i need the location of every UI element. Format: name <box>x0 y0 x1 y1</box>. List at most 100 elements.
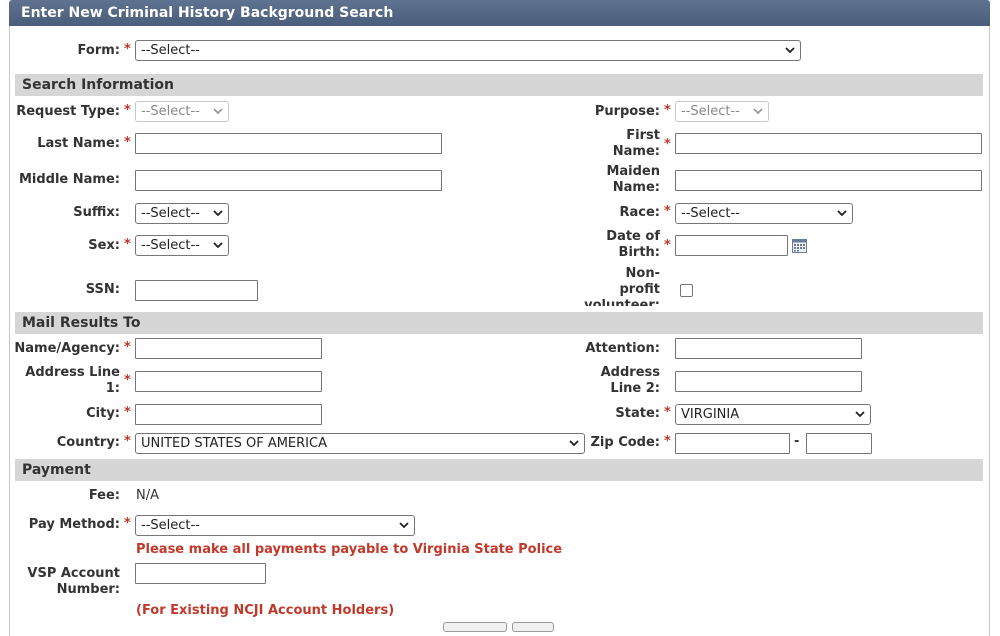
dob-input[interactable] <box>675 235 788 256</box>
dob-label-line2: Birth: <box>618 245 660 260</box>
attention-label: Attention: <box>585 341 660 356</box>
nonprofit-label-line2: profit <box>619 282 661 297</box>
chevron-down-icon <box>753 102 763 121</box>
nonprofit-label: Non- profit volunteer: <box>560 266 660 306</box>
maiden-name-label-line2: Name: <box>612 180 660 195</box>
address1-label-line1: Address Line <box>25 365 120 380</box>
required-marker: * <box>124 135 131 150</box>
submit-button[interactable] <box>443 622 507 632</box>
request-type-label: Request Type: <box>16 104 120 119</box>
vsp-account-input[interactable] <box>135 563 266 584</box>
first-name-label: First Name: <box>560 128 660 160</box>
race-value: --Select-- <box>681 206 740 221</box>
nonprofit-label-wrap: Non- profit volunteer: <box>560 266 660 306</box>
section-payment: Payment <box>15 459 983 481</box>
nonprofit-label-line3: volunteer: <box>584 298 660 306</box>
suffix-select[interactable]: --Select-- <box>135 203 229 224</box>
nonprofit-label-line1: Non- <box>625 266 660 281</box>
form-select[interactable]: --Select-- <box>135 40 801 61</box>
address1-input[interactable] <box>135 371 322 392</box>
country-select[interactable]: UNITED STATES OF AMERICA <box>135 433 585 454</box>
nonprofit-checkbox[interactable] <box>680 284 693 297</box>
address2-label-line2: Line 2: <box>610 381 660 396</box>
first-name-input[interactable] <box>675 133 982 154</box>
zip-extension-input[interactable] <box>806 433 872 454</box>
required-marker: * <box>124 237 131 252</box>
middle-name-input[interactable] <box>135 170 442 191</box>
sex-select[interactable]: --Select-- <box>135 235 229 256</box>
required-marker: * <box>124 340 131 355</box>
last-name-label: Last Name: <box>37 136 120 151</box>
state-select[interactable]: VIRGINIA <box>675 404 871 425</box>
chevron-down-icon <box>399 516 409 535</box>
chevron-down-icon <box>855 405 865 424</box>
address1-label: Address Line 1: <box>10 365 120 397</box>
pay-method-label: Pay Method: <box>28 517 120 532</box>
country-label: Country: <box>56 435 120 450</box>
address2-label-line1: Address <box>600 365 660 380</box>
name-agency-label: Name/Agency: <box>14 341 120 356</box>
state-label: State: <box>615 406 660 421</box>
zip-label: Zip Code: <box>590 435 660 450</box>
dob-label-line1: Date of <box>606 229 660 244</box>
chevron-down-icon <box>213 204 223 223</box>
required-marker: * <box>664 405 671 420</box>
ssn-input[interactable] <box>135 280 258 301</box>
address2-label: Address Line 2: <box>560 365 660 397</box>
vsp-account-label-line2: Number: <box>56 582 120 597</box>
required-marker: * <box>124 103 131 118</box>
section-search-information: Search Information <box>15 74 983 96</box>
address2-input[interactable] <box>675 371 862 392</box>
zip-separator: - <box>794 434 800 449</box>
vsp-account-label-line1: VSP Account <box>27 566 120 581</box>
maiden-name-label: Maiden Name: <box>560 164 660 196</box>
attention-input[interactable] <box>675 338 862 359</box>
account-note: (For Existing NCJI Account Holders) <box>136 603 395 618</box>
suffix-label: Suffix: <box>73 205 120 220</box>
zip-input[interactable] <box>675 433 790 454</box>
city-input[interactable] <box>135 404 322 425</box>
race-select[interactable]: --Select-- <box>675 203 853 224</box>
middle-name-label: Middle Name: <box>18 172 120 187</box>
fee-label: Fee: <box>88 488 120 503</box>
purpose-value: --Select-- <box>681 104 740 119</box>
required-marker: * <box>124 516 131 531</box>
required-marker: * <box>664 204 671 219</box>
section-mail-results: Mail Results To <box>15 312 983 334</box>
required-marker: * <box>664 137 671 152</box>
maiden-name-input[interactable] <box>675 170 982 191</box>
required-marker: * <box>664 434 671 449</box>
form-select-value: --Select-- <box>141 43 200 58</box>
country-value: UNITED STATES OF AMERICA <box>141 436 327 451</box>
required-marker: * <box>664 103 671 118</box>
first-name-label-line2: Name: <box>612 144 660 159</box>
chevron-down-icon <box>213 102 223 121</box>
required-marker: * <box>124 405 131 420</box>
suffix-value: --Select-- <box>141 206 200 221</box>
city-label: City: <box>86 406 120 421</box>
required-marker: * <box>124 42 131 57</box>
purpose-select[interactable]: --Select-- <box>675 101 769 122</box>
vsp-account-label: VSP Account Number: <box>10 566 120 598</box>
maiden-name-label-line1: Maiden <box>606 164 660 179</box>
state-value: VIRGINIA <box>681 407 740 422</box>
pay-method-select[interactable]: --Select-- <box>135 515 415 536</box>
ssn-label: SSN: <box>85 282 120 297</box>
name-agency-input[interactable] <box>135 338 322 359</box>
form-label: Form: <box>77 43 120 58</box>
sex-value: --Select-- <box>141 238 200 253</box>
required-marker: * <box>664 238 671 253</box>
chevron-down-icon <box>837 204 847 223</box>
race-label: Race: <box>619 205 660 220</box>
purpose-label: Purpose: <box>594 104 660 119</box>
required-marker: * <box>124 373 131 388</box>
cancel-button[interactable] <box>512 622 554 632</box>
required-marker: * <box>124 434 131 449</box>
request-type-select[interactable]: --Select-- <box>135 101 229 122</box>
last-name-input[interactable] <box>135 133 442 154</box>
first-name-label-line1: First <box>626 128 660 143</box>
fee-value: N/A <box>136 488 159 503</box>
calendar-icon[interactable] <box>792 238 807 253</box>
dob-label: Date of Birth: <box>560 229 660 261</box>
request-type-value: --Select-- <box>141 104 200 119</box>
